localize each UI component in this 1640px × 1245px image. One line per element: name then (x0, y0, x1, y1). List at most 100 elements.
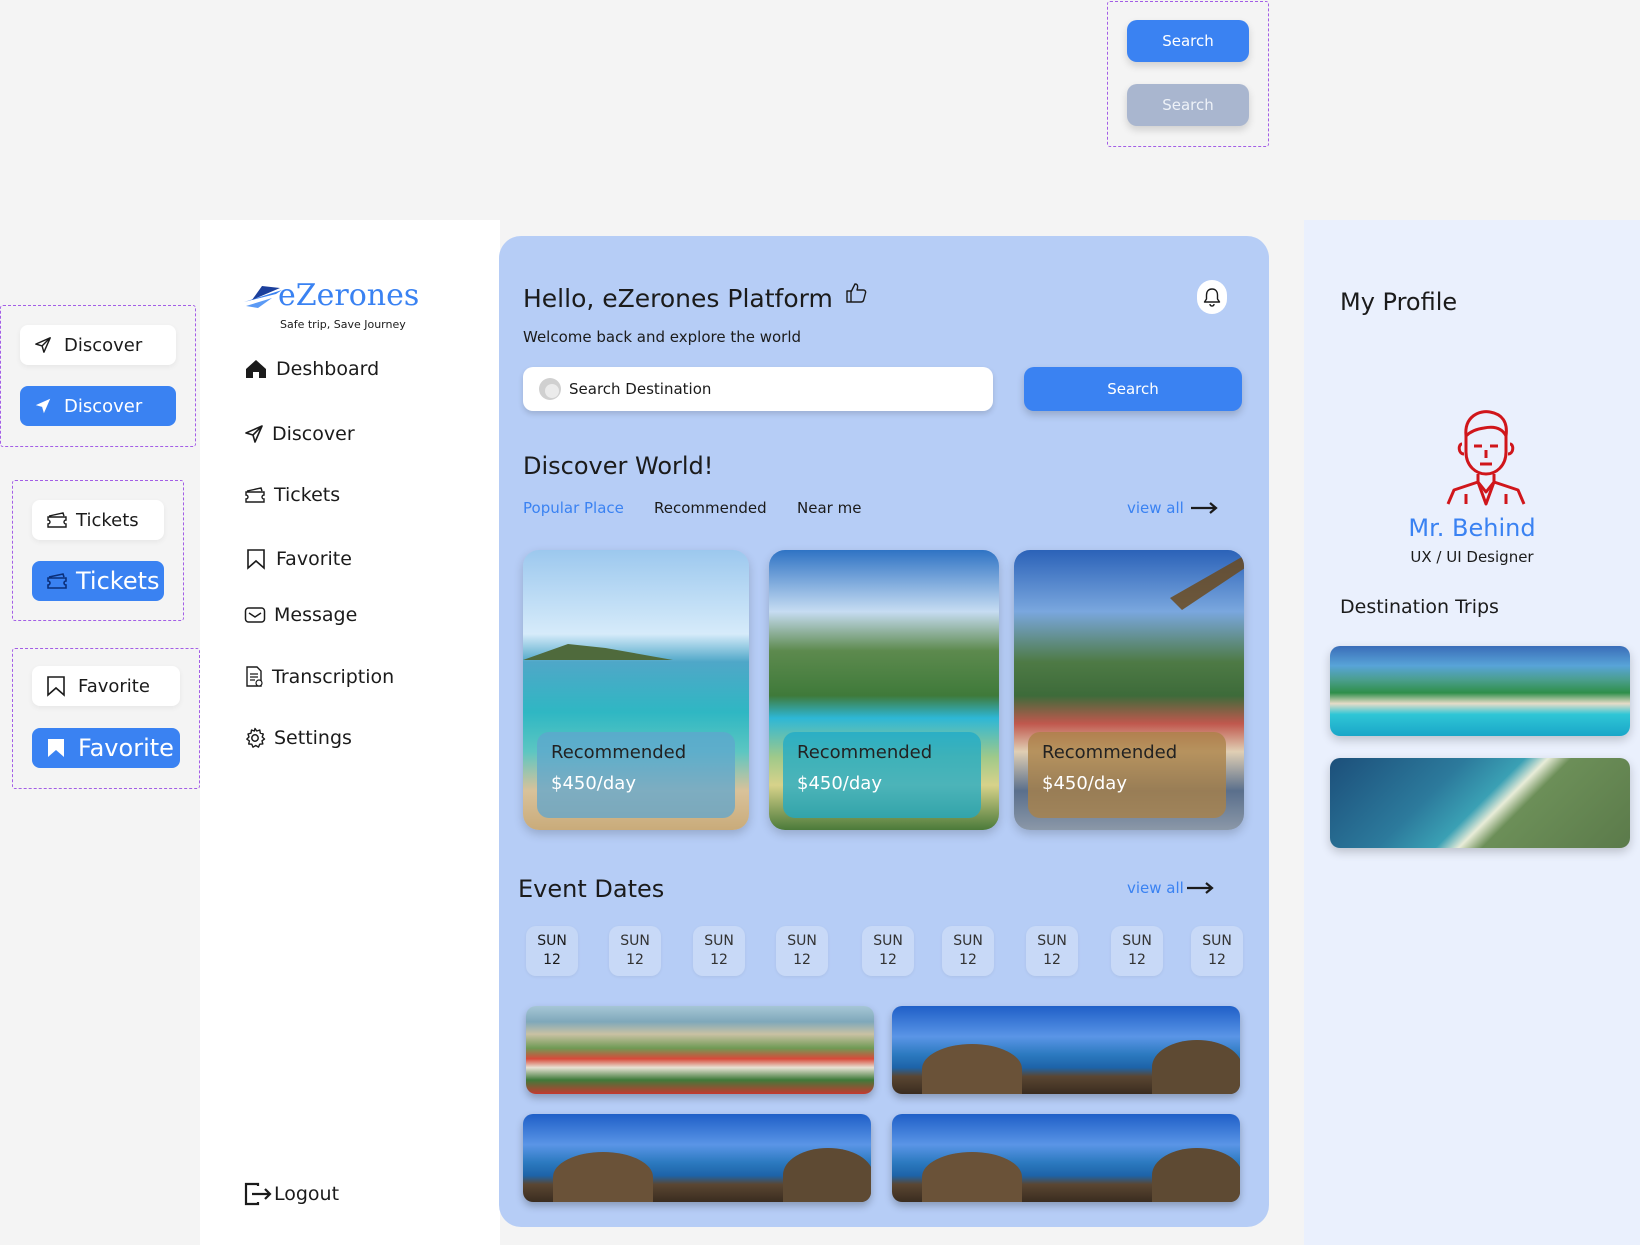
event-image[interactable] (892, 1114, 1240, 1202)
card-label: Recommended (1042, 742, 1178, 763)
trip-image[interactable] (1330, 646, 1630, 736)
event-image[interactable] (892, 1006, 1240, 1094)
date-num: 12 (626, 952, 644, 968)
sidebar-item-message[interactable]: Message (244, 604, 357, 626)
date-chip[interactable]: SUN 12 (1111, 926, 1163, 976)
rock-shape (922, 1152, 1022, 1202)
sidebar-item-label: Tickets (274, 484, 341, 506)
date-day: SUN (953, 933, 983, 949)
date-num: 12 (1043, 952, 1061, 968)
date-chip[interactable]: SUN 12 (693, 926, 745, 976)
brand-tagline: Safe trip, Save Journey (280, 318, 406, 331)
logout-icon (244, 1182, 272, 1206)
date-chip[interactable]: SUN 12 (862, 926, 914, 976)
tab-near-me[interactable]: Near me (797, 499, 861, 517)
trip-image[interactable] (1330, 758, 1630, 848)
rock-shape (553, 1152, 653, 1202)
date-chip[interactable]: SUN 12 (609, 926, 661, 976)
sidebar-item-settings[interactable]: Settings (244, 727, 352, 749)
destination-card[interactable]: Recommended $450/day (1014, 550, 1244, 830)
date-chip[interactable]: SUN 12 (526, 926, 578, 976)
bookmark-icon (46, 737, 66, 759)
date-day: SUN (1122, 933, 1152, 949)
discover-button-default-sample[interactable]: Discover (20, 325, 176, 365)
destination-card[interactable]: Recommended $450/day (523, 550, 749, 830)
logout-button[interactable]: Logout (244, 1182, 339, 1206)
card-info-overlay: Recommended $450/day (537, 732, 735, 818)
notification-bell-button[interactable] (1197, 280, 1227, 314)
rock-shape (1152, 1148, 1240, 1202)
date-num: 12 (543, 952, 561, 968)
brand-logo[interactable]: eZerones Safe trip, Save Journey (242, 278, 432, 334)
rock-shape (922, 1044, 1022, 1094)
date-chip[interactable]: SUN 12 (1026, 926, 1078, 976)
ticket-icon (244, 486, 266, 504)
date-chip[interactable]: SUN 12 (942, 926, 994, 976)
sidebar-item-transcription[interactable]: Transcription (244, 666, 394, 688)
favorite-label: Favorite (78, 675, 150, 697)
bookmark-icon (244, 548, 268, 570)
events-title: Event Dates (518, 875, 665, 903)
date-day: SUN (620, 933, 650, 949)
search-button[interactable]: Search (1024, 367, 1242, 411)
tab-popular-place[interactable]: Popular Place (523, 499, 624, 517)
sidebar-item-tickets[interactable]: Tickets (244, 484, 340, 506)
send-icon (244, 424, 264, 444)
date-day: SUN (873, 933, 903, 949)
date-chip[interactable]: SUN 12 (1191, 926, 1243, 976)
town-photo (526, 1006, 874, 1094)
card-info-overlay: Recommended $450/day (1028, 732, 1226, 818)
sidebar-item-label: Transcription (272, 666, 395, 688)
discover-view-all-link[interactable]: view all (1127, 499, 1218, 517)
sidebar-item-dashboard[interactable]: Deshboard (244, 358, 379, 380)
discover-title: Discover World! (523, 452, 714, 480)
event-image[interactable] (523, 1114, 871, 1202)
tickets-label: Tickets (76, 509, 139, 531)
card-info-overlay: Recommended $450/day (783, 732, 981, 818)
profile-panel: My Profile Mr. Behind UX / UI Designer D… (1304, 220, 1640, 1245)
card-label: Recommended (551, 742, 687, 763)
events-view-all-link[interactable]: view all (1127, 879, 1214, 897)
tab-recommended[interactable]: Recommended (654, 499, 767, 517)
favorite-button-default-sample[interactable]: Favorite (32, 666, 180, 706)
destination-trips-title: Destination Trips (1340, 596, 1499, 618)
sidebar-item-favorite[interactable]: Favorite (244, 548, 352, 570)
search-icon (539, 378, 561, 400)
date-num: 12 (1208, 952, 1226, 968)
search-button-active-sample[interactable]: Search (1127, 20, 1249, 62)
view-all-label: view all (1127, 879, 1184, 897)
ticket-icon (46, 511, 68, 529)
mail-icon (244, 606, 266, 624)
date-day: SUN (787, 933, 817, 949)
date-chip[interactable]: SUN 12 (776, 926, 828, 976)
avatar[interactable] (1444, 406, 1528, 506)
profile-role: UX / UI Designer (1410, 548, 1534, 566)
tickets-button-default-sample[interactable]: Tickets (32, 500, 164, 540)
discover-button-active-sample[interactable]: Discover (20, 386, 176, 426)
aerial-coast-photo (1330, 758, 1630, 848)
date-day: SUN (537, 933, 567, 949)
sidebar-item-discover[interactable]: Discover (244, 423, 355, 445)
lagoon-photo (1330, 646, 1630, 736)
sidebar-item-label: Deshboard (276, 358, 380, 380)
favorite-button-active-sample[interactable]: Favorite (32, 728, 180, 768)
main-panel: Hello, eZerones Platform Welcome back an… (499, 236, 1269, 1227)
sidebar: eZerones Safe trip, Save Journey Deshboa… (200, 220, 500, 1245)
search-placeholder: Search Destination (569, 380, 712, 398)
ticket-icon (46, 572, 68, 590)
sidebar-item-label: Settings (274, 727, 352, 749)
sidebar-item-label: Message (274, 604, 358, 626)
card-price: $450/day (797, 773, 882, 794)
tickets-button-active-sample[interactable]: Tickets (32, 561, 164, 601)
gear-icon (244, 727, 266, 749)
document-icon (244, 666, 264, 688)
thumbs-up-icon[interactable] (845, 282, 867, 304)
brand-name: eZerones (278, 278, 420, 313)
date-num: 12 (1128, 952, 1146, 968)
event-image[interactable] (526, 1006, 874, 1094)
logout-label: Logout (274, 1183, 340, 1205)
destination-card[interactable]: Recommended $450/day (769, 550, 999, 830)
search-input[interactable]: Search Destination (523, 367, 993, 411)
date-num: 12 (793, 952, 811, 968)
card-price: $450/day (551, 773, 636, 794)
